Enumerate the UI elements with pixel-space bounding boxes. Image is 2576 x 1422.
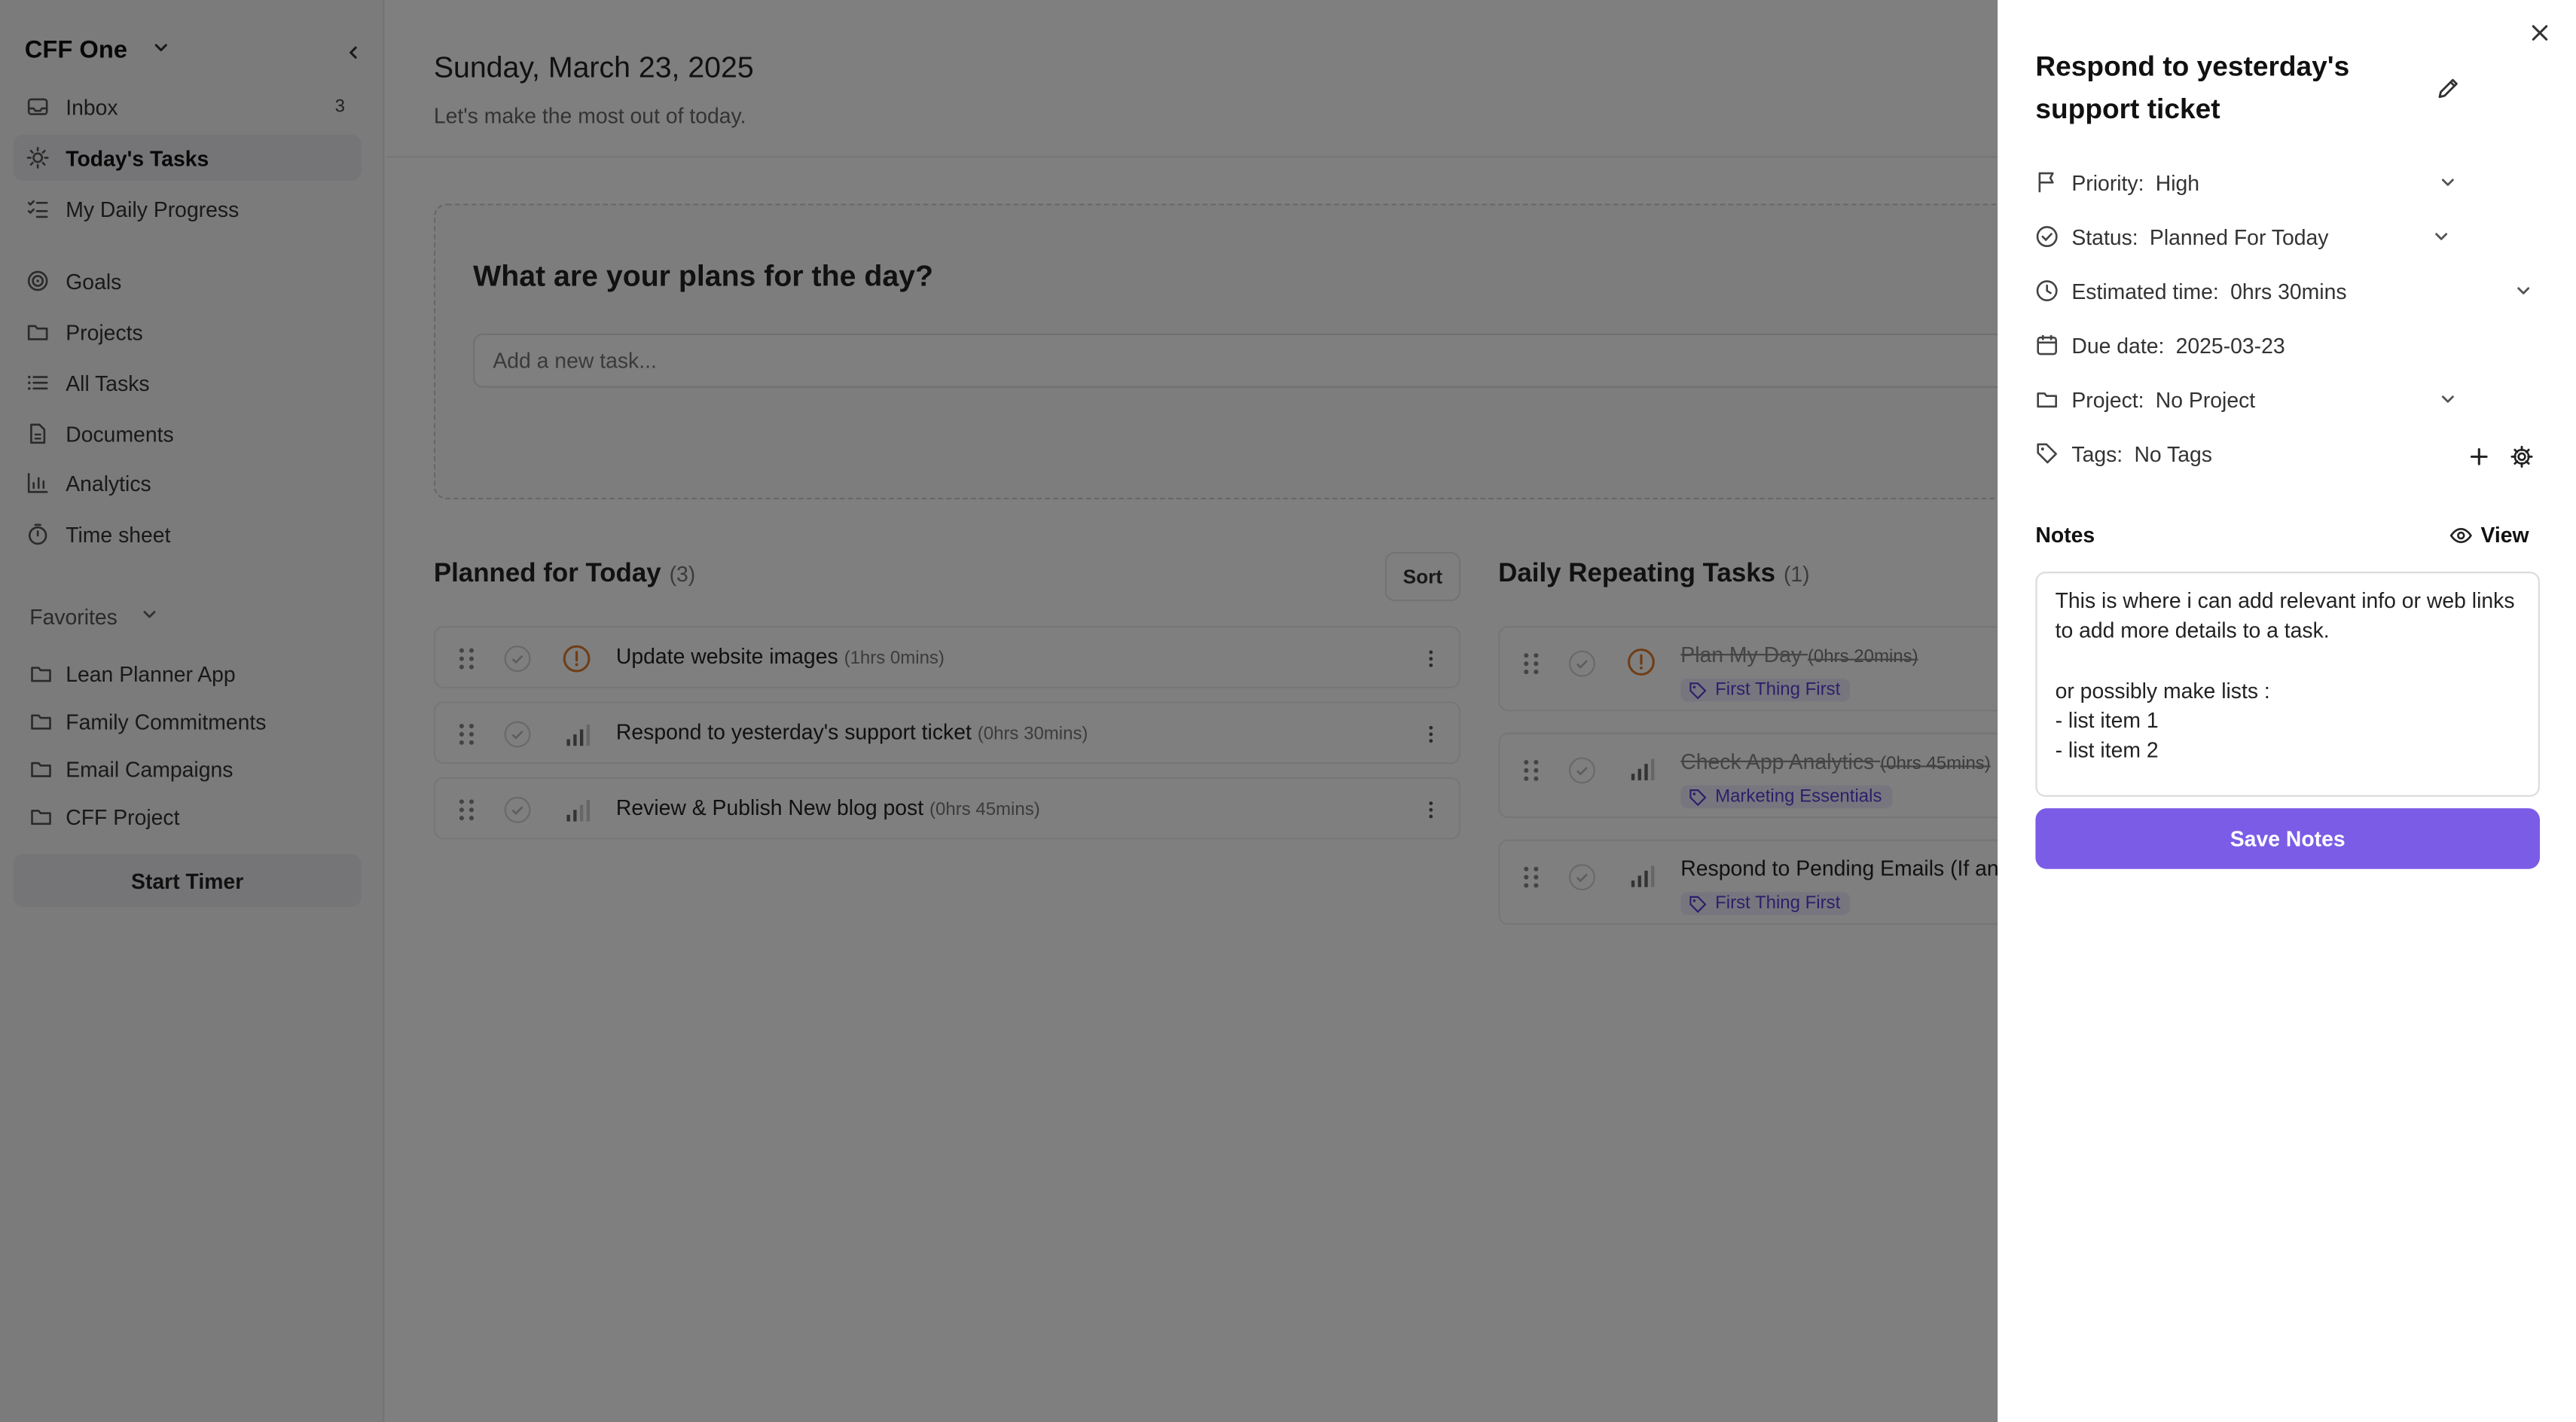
eye-icon: [2449, 523, 2473, 547]
estimated-time-label: Estimated time:: [2071, 278, 2219, 304]
project-value: No Project: [2155, 386, 2256, 412]
chevron-down-icon[interactable]: [2438, 389, 2458, 409]
notes-textarea[interactable]: This is where i can add relevant info or…: [2035, 572, 2541, 797]
chevron-down-icon[interactable]: [2431, 227, 2451, 246]
tags-label: Tags:: [2071, 441, 2123, 466]
folder-icon: [2035, 388, 2059, 411]
notes-label: Notes: [2035, 522, 2095, 548]
status-field[interactable]: Status: Planned For Today: [2035, 220, 2328, 253]
save-notes-button[interactable]: Save Notes: [2035, 808, 2541, 869]
gear-icon[interactable]: [2509, 444, 2535, 470]
priority-value: High: [2155, 169, 2200, 195]
estimated-time-field[interactable]: Estimated time: 0hrs 30mins: [2035, 274, 2347, 307]
estimated-time-value: 0hrs 30mins: [2230, 278, 2347, 304]
app-window: CFF One Inbox 3 Today's Tasks My Daily P…: [0, 0, 2576, 1422]
tags-field: Tags: No Tags: [2035, 437, 2212, 470]
view-notes-button[interactable]: View: [2449, 522, 2529, 548]
chevron-down-icon[interactable]: [2438, 172, 2458, 192]
project-label: Project:: [2071, 386, 2144, 412]
status-value: Planned For Today: [2149, 224, 2329, 249]
due-date-value: 2025-03-23: [2175, 332, 2285, 358]
close-icon[interactable]: [2527, 20, 2553, 46]
task-detail-title: Respond to yesterday's support ticket: [2035, 50, 2350, 125]
priority-label: Priority:: [2071, 169, 2144, 195]
priority-field[interactable]: Priority: High: [2035, 166, 2199, 199]
task-detail-panel: Respond to yesterday's support ticket Pr…: [1998, 0, 2576, 1422]
pencil-icon[interactable]: [2434, 74, 2461, 100]
tag-icon: [2035, 442, 2059, 465]
chevron-down-icon[interactable]: [2513, 281, 2533, 301]
tags-value: No Tags: [2134, 441, 2212, 466]
due-date-label: Due date:: [2071, 332, 2165, 358]
due-date-field[interactable]: Due date: 2025-03-23: [2035, 328, 2285, 362]
status-label: Status:: [2071, 224, 2138, 249]
check-circle-icon: [2035, 225, 2059, 249]
view-label: View: [2480, 522, 2529, 548]
calendar-icon: [2035, 334, 2059, 357]
project-field[interactable]: Project: No Project: [2035, 383, 2255, 416]
clock-icon: [2035, 279, 2059, 303]
flag-icon: [2035, 171, 2059, 194]
plus-icon[interactable]: [2466, 444, 2492, 470]
modal-backdrop[interactable]: [0, 0, 1998, 1422]
